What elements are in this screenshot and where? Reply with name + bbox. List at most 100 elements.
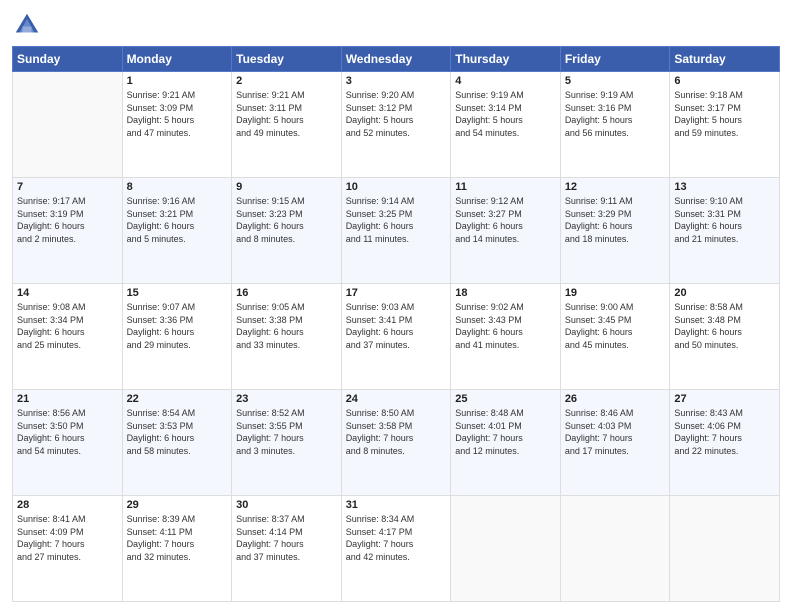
day-number: 12 xyxy=(565,181,666,193)
day-info: Sunrise: 9:18 AM Sunset: 3:17 PM Dayligh… xyxy=(674,89,775,139)
calendar-day-cell: 3Sunrise: 9:20 AM Sunset: 3:12 PM Daylig… xyxy=(341,72,451,178)
calendar-day-cell: 7 Sunrise: 9:17 AM Sunset: 3:19 PM Daylig… xyxy=(13,178,123,284)
calendar-day-cell: 4Sunrise: 9:19 AM Sunset: 3:14 PM Daylig… xyxy=(451,72,561,178)
day-number: 3 xyxy=(346,75,447,87)
day-number: 15 xyxy=(127,287,228,299)
calendar-day-cell: 22 Sunrise: 8:54 AM Sunset: 3:53 PM Dayli… xyxy=(122,390,232,496)
day-info: Sunrise: 9:05 AM Sunset: 3:38 PM Dayligh… xyxy=(236,301,337,351)
calendar-day-cell: 2 Sunrise: 9:21 AM Sunset: 3:11 PM Daylig… xyxy=(232,72,342,178)
calendar-day-cell: 9Sunrise: 9:15 AM Sunset: 3:23 PM Daylig… xyxy=(232,178,342,284)
day-number: 31 xyxy=(346,499,447,511)
calendar-day-cell xyxy=(670,496,780,602)
calendar-day-cell: 6Sunrise: 9:18 AM Sunset: 3:17 PM Daylig… xyxy=(670,72,780,178)
day-info: Sunrise: 9:00 AM Sunset: 3:45 PM Dayligh… xyxy=(565,301,666,351)
day-number: 19 xyxy=(565,287,666,299)
calendar-day-cell: 26Sunrise: 8:46 AM Sunset: 4:03 PM Dayli… xyxy=(560,390,670,496)
calendar-day-cell: 27 Sunrise: 8:43 AM Sunset: 4:06 PM Dayli… xyxy=(670,390,780,496)
day-of-week-header: Friday xyxy=(560,47,670,72)
day-number: 14 xyxy=(17,287,118,299)
day-info: Sunrise: 9:07 AM Sunset: 3:36 PM Dayligh… xyxy=(127,301,228,351)
day-number: 30 xyxy=(236,499,337,511)
day-of-week-header: Monday xyxy=(122,47,232,72)
day-info: Sunrise: 8:54 AM Sunset: 3:53 PM Dayligh… xyxy=(127,407,228,457)
calendar-day-cell: 24 Sunrise: 8:50 AM Sunset: 3:58 PM Dayli… xyxy=(341,390,451,496)
calendar-day-cell: 16 Sunrise: 9:05 AM Sunset: 3:38 PM Dayli… xyxy=(232,284,342,390)
calendar-header-row: SundayMondayTuesdayWednesdayThursdayFrid… xyxy=(13,47,780,72)
calendar-week-row: 21 Sunrise: 8:56 AM Sunset: 3:50 PM Dayli… xyxy=(13,390,780,496)
calendar-day-cell: 30 Sunrise: 8:37 AM Sunset: 4:14 PM Dayli… xyxy=(232,496,342,602)
day-info: Sunrise: 9:03 AM Sunset: 3:41 PM Dayligh… xyxy=(346,301,447,351)
logo-icon xyxy=(12,10,42,40)
calendar-day-cell: 10 Sunrise: 9:14 AM Sunset: 3:25 PM Dayli… xyxy=(341,178,451,284)
day-number: 2 xyxy=(236,75,337,87)
calendar-day-cell: 5Sunrise: 9:19 AM Sunset: 3:16 PM Daylig… xyxy=(560,72,670,178)
day-info: Sunrise: 8:58 AM Sunset: 3:48 PM Dayligh… xyxy=(674,301,775,351)
header xyxy=(12,10,780,40)
day-info: Sunrise: 8:34 AM Sunset: 4:17 PM Dayligh… xyxy=(346,513,447,563)
day-info: Sunrise: 9:08 AM Sunset: 3:34 PM Dayligh… xyxy=(17,301,118,351)
calendar-day-cell: 1 Sunrise: 9:21 AM Sunset: 3:09 PM Daylig… xyxy=(122,72,232,178)
day-info: Sunrise: 8:37 AM Sunset: 4:14 PM Dayligh… xyxy=(236,513,337,563)
calendar-day-cell: 11 Sunrise: 9:12 AM Sunset: 3:27 PM Dayli… xyxy=(451,178,561,284)
day-info: Sunrise: 9:17 AM Sunset: 3:19 PM Dayligh… xyxy=(17,195,118,245)
calendar-week-row: 14 Sunrise: 9:08 AM Sunset: 3:34 PM Dayli… xyxy=(13,284,780,390)
calendar-day-cell: 13 Sunrise: 9:10 AM Sunset: 3:31 PM Dayli… xyxy=(670,178,780,284)
day-info: Sunrise: 9:10 AM Sunset: 3:31 PM Dayligh… xyxy=(674,195,775,245)
day-number: 11 xyxy=(455,181,556,193)
page: SundayMondayTuesdayWednesdayThursdayFrid… xyxy=(0,0,792,612)
day-number: 28 xyxy=(17,499,118,511)
day-number: 16 xyxy=(236,287,337,299)
day-of-week-header: Thursday xyxy=(451,47,561,72)
calendar-day-cell: 31 Sunrise: 8:34 AM Sunset: 4:17 PM Dayli… xyxy=(341,496,451,602)
day-info: Sunrise: 8:48 AM Sunset: 4:01 PM Dayligh… xyxy=(455,407,556,457)
day-number: 20 xyxy=(674,287,775,299)
day-info: Sunrise: 9:15 AM Sunset: 3:23 PM Dayligh… xyxy=(236,195,337,245)
calendar-day-cell: 23 Sunrise: 8:52 AM Sunset: 3:55 PM Dayli… xyxy=(232,390,342,496)
day-info: Sunrise: 9:21 AM Sunset: 3:09 PM Dayligh… xyxy=(127,89,228,139)
day-info: Sunrise: 9:14 AM Sunset: 3:25 PM Dayligh… xyxy=(346,195,447,245)
calendar-day-cell: 20 Sunrise: 8:58 AM Sunset: 3:48 PM Dayli… xyxy=(670,284,780,390)
calendar-week-row: 1 Sunrise: 9:21 AM Sunset: 3:09 PM Daylig… xyxy=(13,72,780,178)
day-info: Sunrise: 8:56 AM Sunset: 3:50 PM Dayligh… xyxy=(17,407,118,457)
calendar-week-row: 28 Sunrise: 8:41 AM Sunset: 4:09 PM Dayli… xyxy=(13,496,780,602)
day-number: 7 xyxy=(17,181,118,193)
day-info: Sunrise: 8:41 AM Sunset: 4:09 PM Dayligh… xyxy=(17,513,118,563)
day-number: 4 xyxy=(455,75,556,87)
calendar-day-cell: 17Sunrise: 9:03 AM Sunset: 3:41 PM Dayli… xyxy=(341,284,451,390)
calendar-day-cell: 19 Sunrise: 9:00 AM Sunset: 3:45 PM Dayli… xyxy=(560,284,670,390)
day-info: Sunrise: 9:02 AM Sunset: 3:43 PM Dayligh… xyxy=(455,301,556,351)
day-number: 1 xyxy=(127,75,228,87)
calendar-day-cell: 28 Sunrise: 8:41 AM Sunset: 4:09 PM Dayli… xyxy=(13,496,123,602)
day-info: Sunrise: 9:21 AM Sunset: 3:11 PM Dayligh… xyxy=(236,89,337,139)
day-info: Sunrise: 8:46 AM Sunset: 4:03 PM Dayligh… xyxy=(565,407,666,457)
day-of-week-header: Saturday xyxy=(670,47,780,72)
calendar-day-cell: 25 Sunrise: 8:48 AM Sunset: 4:01 PM Dayli… xyxy=(451,390,561,496)
calendar-day-cell: 18Sunrise: 9:02 AM Sunset: 3:43 PM Dayli… xyxy=(451,284,561,390)
calendar-day-cell xyxy=(451,496,561,602)
day-info: Sunrise: 9:12 AM Sunset: 3:27 PM Dayligh… xyxy=(455,195,556,245)
calendar-day-cell: 12 Sunrise: 9:11 AM Sunset: 3:29 PM Dayli… xyxy=(560,178,670,284)
day-number: 29 xyxy=(127,499,228,511)
day-number: 23 xyxy=(236,393,337,405)
day-info: Sunrise: 9:16 AM Sunset: 3:21 PM Dayligh… xyxy=(127,195,228,245)
calendar-week-row: 7 Sunrise: 9:17 AM Sunset: 3:19 PM Daylig… xyxy=(13,178,780,284)
day-number: 22 xyxy=(127,393,228,405)
day-number: 25 xyxy=(455,393,556,405)
day-info: Sunrise: 8:52 AM Sunset: 3:55 PM Dayligh… xyxy=(236,407,337,457)
day-of-week-header: Sunday xyxy=(13,47,123,72)
calendar-table: SundayMondayTuesdayWednesdayThursdayFrid… xyxy=(12,46,780,602)
day-number: 8 xyxy=(127,181,228,193)
day-number: 24 xyxy=(346,393,447,405)
day-of-week-header: Tuesday xyxy=(232,47,342,72)
day-info: Sunrise: 9:19 AM Sunset: 3:16 PM Dayligh… xyxy=(565,89,666,139)
day-number: 27 xyxy=(674,393,775,405)
calendar-day-cell xyxy=(13,72,123,178)
day-info: Sunrise: 8:43 AM Sunset: 4:06 PM Dayligh… xyxy=(674,407,775,457)
calendar-day-cell: 14 Sunrise: 9:08 AM Sunset: 3:34 PM Dayli… xyxy=(13,284,123,390)
day-of-week-header: Wednesday xyxy=(341,47,451,72)
day-number: 13 xyxy=(674,181,775,193)
day-info: Sunrise: 9:11 AM Sunset: 3:29 PM Dayligh… xyxy=(565,195,666,245)
day-number: 10 xyxy=(346,181,447,193)
day-number: 21 xyxy=(17,393,118,405)
day-info: Sunrise: 8:50 AM Sunset: 3:58 PM Dayligh… xyxy=(346,407,447,457)
